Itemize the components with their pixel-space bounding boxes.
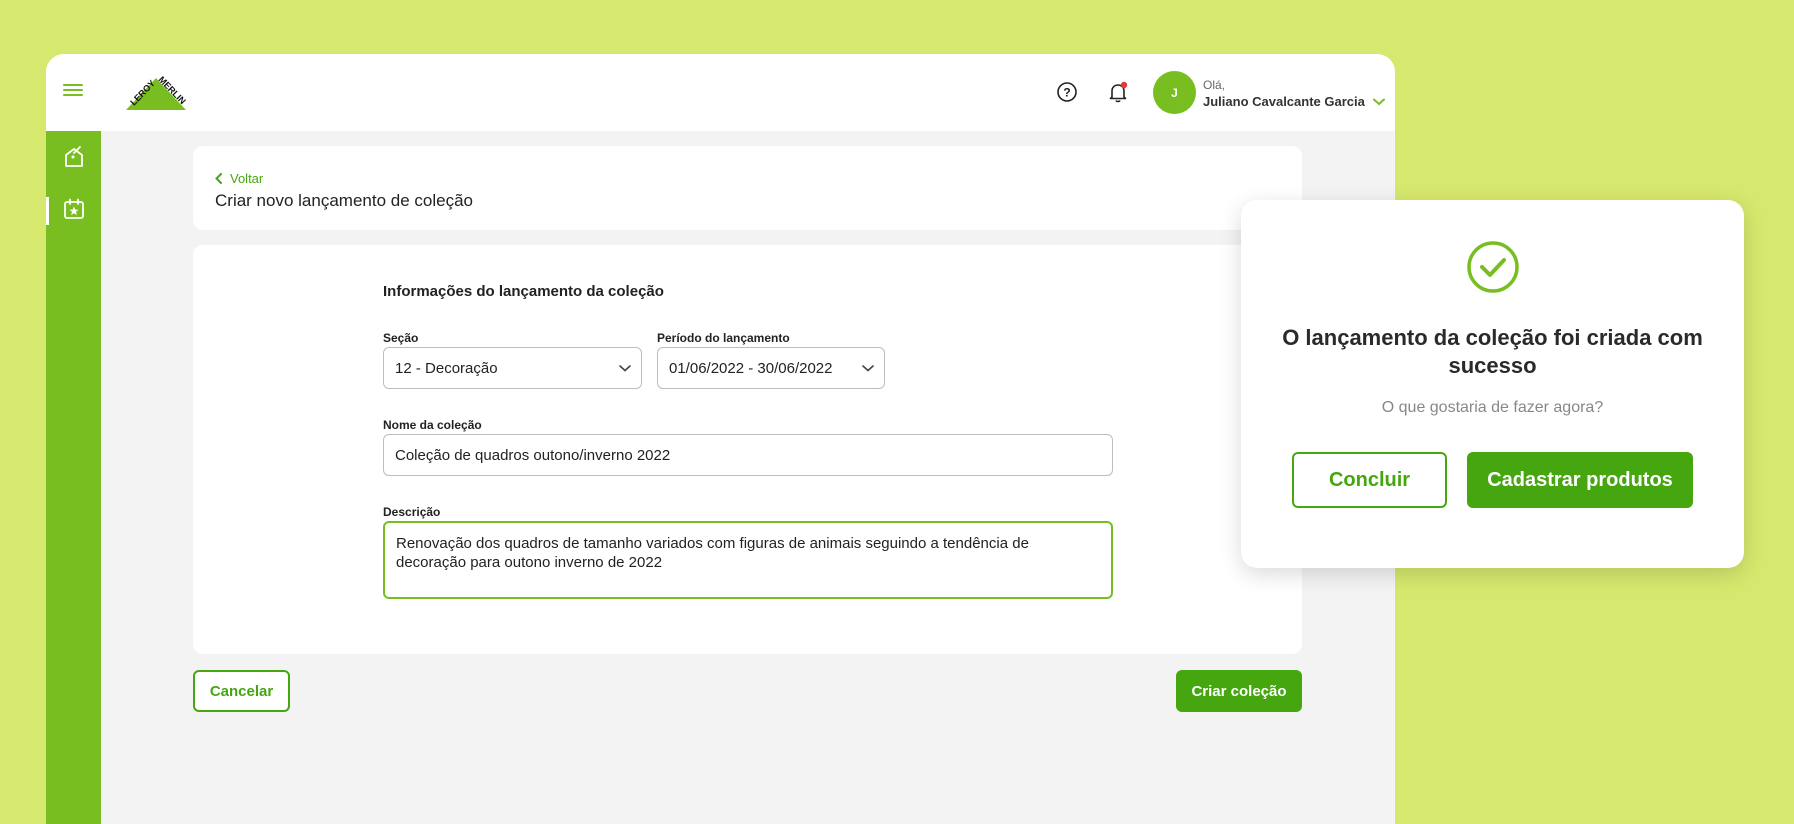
calendar-star-icon — [63, 198, 84, 219]
back-link[interactable]: Voltar — [215, 171, 263, 186]
chevron-down-icon[interactable] — [1373, 98, 1386, 106]
check-circle-icon — [1467, 241, 1519, 293]
back-label: Voltar — [230, 171, 264, 186]
cancel-button-label: Cancelar — [209, 682, 274, 700]
menu-icon[interactable] — [63, 84, 83, 98]
conclude-button[interactable]: Concluir — [1292, 452, 1447, 508]
page-header-card: Voltar Criar novo lançamento de coleção — [193, 146, 1302, 230]
secao-select[interactable]: 12 - Decoração — [383, 347, 642, 389]
help-icon[interactable]: ? — [1056, 81, 1078, 103]
greeting-text: Olá, — [1203, 78, 1226, 92]
sidebar-item-launches[interactable] — [46, 189, 101, 229]
chevron-down-icon — [862, 365, 874, 372]
form-card: Informações do lançamento da coleção Seç… — [193, 245, 1302, 654]
house-tag-icon — [64, 146, 83, 167]
sidebar-item-products[interactable] — [46, 137, 101, 177]
chevron-left-icon — [215, 173, 222, 184]
nome-value: Coleção de quadros outono/inverno 2022 — [395, 446, 671, 464]
page-background: LEROY MERLIN ? J Olá, Juliano Cavalcante… — [0, 0, 1794, 824]
create-collection-label: Criar coleção — [1191, 682, 1287, 700]
svg-text:?: ? — [1063, 86, 1070, 100]
register-products-button[interactable]: Cadastrar produtos — [1467, 452, 1693, 508]
conclude-button-label: Concluir — [1328, 468, 1411, 491]
user-name: Juliano Cavalcante Garcia — [1203, 94, 1365, 109]
modal-title: O lançamento da coleção foi criada com s… — [1282, 325, 1703, 378]
avatar-initial: J — [1171, 85, 1178, 100]
sidebar — [46, 131, 101, 824]
top-bar: LEROY MERLIN ? J Olá, Juliano Cavalcante… — [46, 54, 1395, 131]
descricao-value: Renovação dos quadros de tamanho variado… — [396, 535, 1029, 571]
secao-label: Seção — [383, 331, 419, 345]
bell-icon[interactable] — [1106, 80, 1130, 104]
nome-input[interactable]: Coleção de quadros outono/inverno 2022 — [383, 434, 1113, 476]
chevron-down-icon — [619, 365, 631, 372]
avatar[interactable]: J — [1153, 71, 1196, 114]
form-section-title: Informações do lançamento da coleção — [383, 283, 664, 300]
descricao-textarea[interactable]: Renovação dos quadros de tamanho variado… — [383, 521, 1113, 599]
register-products-label: Cadastrar produtos — [1487, 468, 1673, 491]
secao-value: 12 - Decoração — [395, 359, 498, 377]
page-title: Criar novo lançamento de coleção — [215, 191, 473, 210]
app-window: LEROY MERLIN ? J Olá, Juliano Cavalcante… — [46, 54, 1395, 824]
periodo-select[interactable]: 01/06/2022 - 30/06/2022 — [657, 347, 885, 389]
modal-subtitle: O que gostaria de fazer agora? — [1381, 399, 1604, 416]
user-menu[interactable]: Olá, Juliano Cavalcante Garcia — [1203, 78, 1386, 111]
descricao-label: Descrição — [383, 505, 441, 519]
success-modal: O lançamento da coleção foi criada com s… — [1241, 200, 1744, 568]
periodo-label: Período do lançamento — [657, 331, 790, 345]
leroy-merlin-logo[interactable]: LEROY MERLIN — [122, 72, 190, 114]
cancel-button[interactable]: Cancelar — [193, 670, 290, 712]
create-collection-button[interactable]: Criar coleção — [1176, 670, 1302, 712]
periodo-value: 01/06/2022 - 30/06/2022 — [669, 359, 833, 377]
nome-label: Nome da coleção — [383, 418, 482, 432]
